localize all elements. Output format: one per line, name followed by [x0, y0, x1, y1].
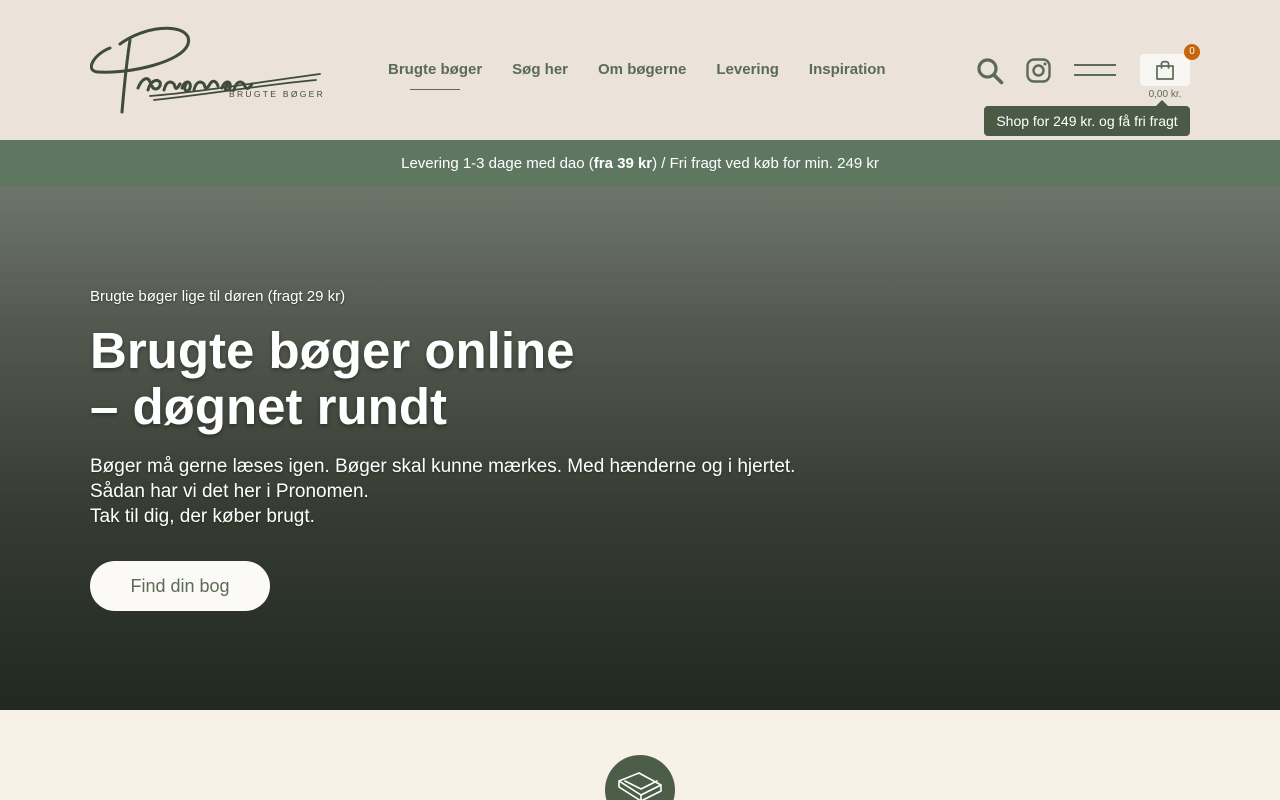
shipping-prefix: Levering 1-3 dage med dao ( [401, 155, 594, 172]
menu-line [1074, 74, 1116, 76]
cart-count-badge: 0 [1184, 44, 1200, 60]
shipping-info-strip: Levering 1-3 dage med dao (fra 39 kr) / … [0, 140, 1280, 188]
hero-kicker: Brugte bøger lige til døren (fragt 29 kr… [90, 288, 346, 305]
nav-item-sog-her[interactable]: Søg her [512, 60, 568, 82]
nav-item-om-bogerne[interactable]: Om bøgerne [598, 60, 686, 82]
hero-text-line: Sådan har vi det her i Pronomen. [90, 481, 369, 502]
book-feature-badge [605, 755, 675, 800]
shipping-price: fra 39 kr [593, 155, 653, 172]
instagram-icon[interactable] [1026, 58, 1051, 83]
search-icon[interactable] [976, 57, 1004, 85]
hero-title-line-1: Brugte bøger online [90, 322, 575, 379]
logo-tagline: BRUGTE BØGER [229, 89, 326, 99]
free-shipping-tooltip: Shop for 249 kr. og få fri fragt [984, 100, 1190, 136]
shopping-bag-icon [1156, 60, 1174, 80]
hero-title-line-2: – døgnet rundt [90, 378, 447, 435]
main-nav: Brugte bøger Søg her Om bøgerne Levering… [388, 60, 916, 90]
nav-item-levering[interactable]: Levering [716, 60, 779, 82]
shipping-suffix: ) / Fri fragt ved køb for min. 249 kr [652, 155, 879, 172]
nav-item-brugte-boger[interactable]: Brugte bøger [388, 60, 482, 90]
hero-text-line: Bøger må gerne læses igen. Bøger skal ku… [90, 456, 796, 477]
find-book-button[interactable]: Find din bog [90, 561, 270, 611]
hero-text-line: Tak til dig, der køber brugt. [90, 506, 315, 527]
cart-total: 0,00 kr. [1148, 89, 1182, 100]
hero-description: Bøger må gerne læses igen. Bøger skal ku… [90, 454, 850, 529]
cart-button[interactable] [1140, 54, 1190, 86]
book-icon [618, 772, 662, 800]
pronomen-logo [90, 26, 321, 114]
hero-title: Brugte bøger online – døgnet rundt [90, 323, 790, 435]
site-header: BRUGTE BØGER Brugte bøger Søg her Om bøg… [0, 0, 1280, 140]
hero-section: Brugte bøger lige til døren (fragt 29 kr… [0, 186, 1280, 710]
menu-line [1074, 64, 1116, 66]
logo-link[interactable]: BRUGTE BØGER [90, 26, 326, 116]
nav-item-inspiration[interactable]: Inspiration [809, 60, 886, 82]
hamburger-menu-icon[interactable] [1074, 63, 1116, 77]
